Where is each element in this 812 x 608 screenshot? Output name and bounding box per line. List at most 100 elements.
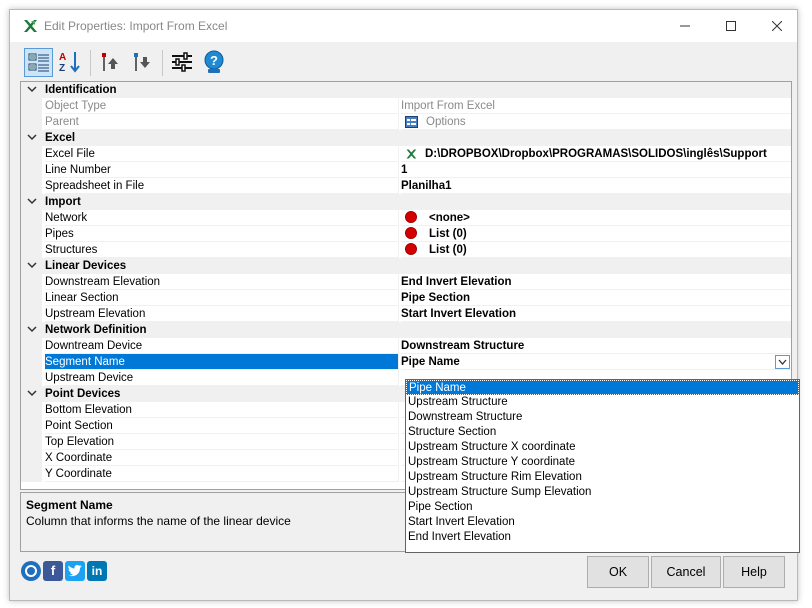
row-gutter [21, 434, 42, 450]
close-button[interactable] [754, 10, 800, 42]
property-row[interactable]: Upstream Elevation Start Invert Elevation [21, 306, 791, 322]
dropdown-option[interactable]: Upstream Structure Rim Elevation [406, 470, 799, 485]
move-up-button[interactable] [96, 48, 125, 77]
dropdown-option[interactable]: Downstream Structure [406, 410, 799, 425]
property-name[interactable]: Y Coordinate [45, 466, 399, 482]
move-down-icon [134, 53, 150, 71]
property-value[interactable]: D:\DROPBOX\Dropbox\PROGRAMAS\SOLIDOS\ing… [401, 146, 791, 162]
chevron-down-icon[interactable] [27, 194, 37, 210]
cancel-button[interactable]: Cancel [651, 556, 721, 588]
property-row[interactable]: Downtream Device Downstream Structure [21, 338, 791, 354]
description-text: Column that informs the name of the line… [26, 514, 291, 528]
category-row[interactable]: Linear Devices [21, 258, 791, 274]
segment-name-dropdown-list[interactable]: Pipe Name Upstream Structure Downstream St… [405, 379, 800, 553]
property-name[interactable]: Linear Section [45, 290, 399, 306]
category-row[interactable]: Import [21, 194, 791, 210]
dropdown-button[interactable] [775, 355, 790, 369]
property-value[interactable]: Pipe Name [401, 354, 791, 370]
property-name[interactable]: Bottom Elevation [45, 402, 399, 418]
property-value[interactable]: Options [401, 114, 791, 130]
ok-button[interactable]: OK [587, 556, 649, 588]
property-value-text: D:\DROPBOX\Dropbox\PROGRAMAS\SOLIDOS\ing… [425, 148, 767, 160]
property-value[interactable]: End Invert Elevation [401, 274, 791, 290]
property-name[interactable]: Upstream Elevation [45, 306, 399, 322]
property-name[interactable]: Top Elevation [45, 434, 399, 450]
property-name[interactable]: Downstream Elevation [45, 274, 399, 290]
dropdown-option[interactable]: Pipe Name [406, 380, 799, 395]
category-row[interactable]: Excel [21, 130, 791, 146]
property-value[interactable]: Pipe Section [401, 290, 791, 306]
dropdown-option[interactable]: Upstream Structure X coordinate [406, 440, 799, 455]
chevron-down-icon[interactable] [27, 258, 37, 274]
property-value[interactable]: Import From Excel [401, 98, 791, 114]
property-value[interactable]: List (0) [401, 226, 791, 242]
excel-icon [406, 149, 417, 159]
move-up-icon [102, 53, 118, 71]
twitter-icon[interactable] [65, 561, 85, 581]
property-name[interactable]: Excel File [45, 146, 399, 162]
property-value[interactable]: Downstream Structure [401, 338, 791, 354]
property-name[interactable]: Pipes [45, 226, 399, 242]
property-name[interactable]: Line Number [45, 162, 399, 178]
dropdown-option[interactable]: Upstream Structure Sump Elevation [406, 485, 799, 500]
help-circle-icon[interactable] [21, 561, 41, 581]
property-value[interactable]: List (0) [401, 242, 791, 258]
maximize-button[interactable] [708, 10, 754, 42]
property-name[interactable]: Spreadsheet in File [45, 178, 399, 194]
property-name[interactable]: Parent [45, 114, 399, 130]
help-dialog-button[interactable]: Help [723, 556, 785, 588]
dropdown-option[interactable]: Upstream Structure [406, 395, 799, 410]
linkedin-icon[interactable]: in [87, 561, 107, 581]
property-name[interactable]: X Coordinate [45, 450, 399, 466]
property-row[interactable]: Excel File D:\DROPBOX\Dropbox\PROGRAMAS\S… [21, 146, 791, 162]
property-row[interactable]: Parent Options [21, 114, 791, 130]
property-value[interactable]: 1 [401, 162, 791, 178]
property-row[interactable]: Network <none> [21, 210, 791, 226]
facebook-icon[interactable]: f [43, 561, 63, 581]
category-row[interactable]: Network Definition [21, 322, 791, 338]
chevron-down-icon[interactable] [27, 130, 37, 146]
status-red-icon [405, 211, 417, 223]
property-row[interactable]: Linear Section Pipe Section [21, 290, 791, 306]
property-value[interactable]: Planilha1 [401, 178, 791, 194]
dropdown-option[interactable]: Pipe Section [406, 500, 799, 515]
dropdown-option[interactable]: Upstream Structure Y coordinate [406, 455, 799, 470]
minimize-button[interactable] [662, 10, 708, 42]
category-row[interactable]: Identification [21, 82, 791, 98]
alphabetical-sort-button[interactable]: A Z [56, 48, 85, 77]
property-row[interactable]: Segment Name Pipe Name [21, 354, 791, 370]
property-value[interactable]: <none> [401, 210, 791, 226]
property-name[interactable]: Upstream Device [45, 370, 399, 386]
minimize-icon [680, 25, 690, 27]
property-value[interactable]: Start Invert Elevation [401, 306, 791, 322]
property-row[interactable]: Spreadsheet in File Planilha1 [21, 178, 791, 194]
row-gutter [21, 290, 42, 306]
property-name[interactable]: Segment Name [45, 354, 399, 370]
dropdown-option[interactable]: Start Invert Elevation [406, 515, 799, 530]
property-row[interactable]: Structures List (0) [21, 242, 791, 258]
property-name[interactable]: Structures [45, 242, 399, 258]
help-button[interactable]: ? [200, 48, 229, 77]
property-name[interactable]: Downtream Device [45, 338, 399, 354]
property-name[interactable]: Network [45, 210, 399, 226]
property-row[interactable]: Line Number 1 [21, 162, 791, 178]
settings-button[interactable] [168, 48, 197, 77]
chevron-down-icon[interactable] [27, 322, 37, 338]
row-gutter [21, 210, 42, 226]
chevron-down-icon[interactable] [27, 82, 37, 98]
property-row[interactable]: Downstream Elevation End Invert Elevation [21, 274, 791, 290]
property-row[interactable]: Object Type Import From Excel [21, 98, 791, 114]
property-row[interactable]: Pipes List (0) [21, 226, 791, 242]
description-title: Segment Name [26, 498, 113, 512]
property-value-text: 1 [401, 164, 408, 176]
property-name[interactable]: Object Type [45, 98, 399, 114]
property-name[interactable]: Point Section [45, 418, 399, 434]
move-down-button[interactable] [128, 48, 157, 77]
category-label: Excel [45, 132, 76, 144]
window-title: Edit Properties: Import From Excel [44, 19, 228, 33]
chevron-down-icon[interactable] [27, 386, 37, 402]
dropdown-option[interactable]: End Invert Elevation [406, 530, 799, 545]
categorized-view-button[interactable] [24, 48, 53, 77]
property-value-text: End Invert Elevation [401, 276, 512, 288]
dropdown-option[interactable]: Structure Section [406, 425, 799, 440]
